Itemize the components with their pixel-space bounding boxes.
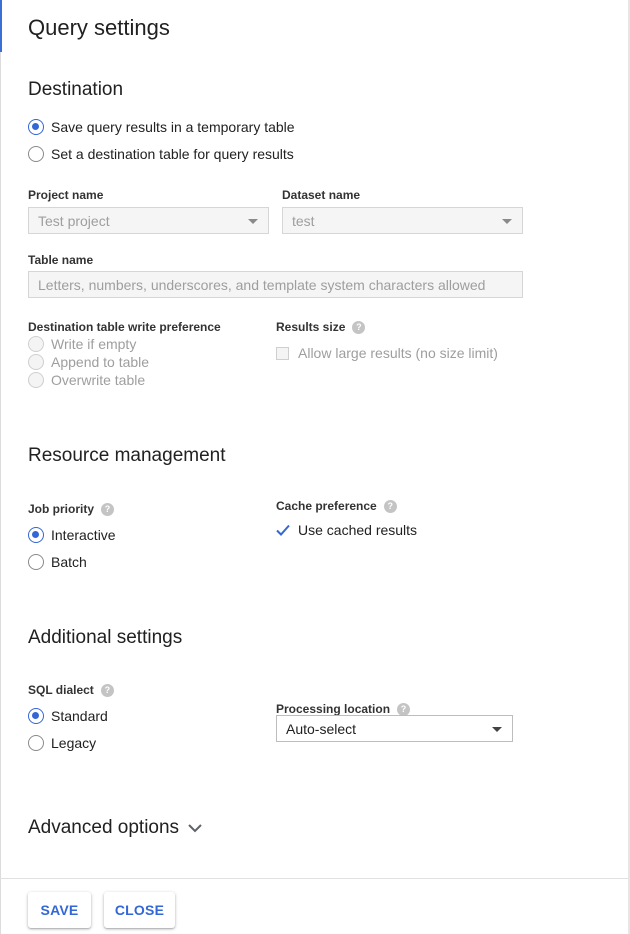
processing-location-select[interactable]: Auto-select <box>276 715 513 742</box>
radio-legacy[interactable]: Legacy <box>28 735 96 751</box>
table-name-placeholder: Letters, numbers, underscores, and templ… <box>38 276 486 293</box>
radio-interactive-label: Interactive <box>51 527 116 543</box>
radio-selected-icon <box>28 119 44 135</box>
radio-disabled-icon <box>28 372 44 388</box>
radio-selected-icon <box>28 708 44 724</box>
caret-down-icon <box>248 219 258 224</box>
use-cached-results-label: Use cached results <box>298 522 418 538</box>
check-icon <box>276 524 290 537</box>
radio-temp-table[interactable]: Save query results in a temporary table <box>28 119 295 135</box>
caret-down-icon <box>502 219 512 224</box>
radio-standard-label: Standard <box>51 708 108 724</box>
project-select-value: Test project <box>38 212 110 229</box>
project-name-label: Project name <box>28 188 104 202</box>
allow-large-results-checkbox[interactable]: Allow large results (no size limit) <box>276 345 498 361</box>
dataset-select-value: test <box>292 212 315 229</box>
processing-location-label: Processing location ? <box>276 702 411 716</box>
radio-overwrite-table[interactable]: Overwrite table <box>28 372 145 388</box>
advanced-options-toggle[interactable]: Advanced options <box>28 817 202 839</box>
radio-write-if-empty[interactable]: Write if empty <box>28 336 136 352</box>
results-size-label: Results size ? <box>276 320 366 334</box>
radio-standard[interactable]: Standard <box>28 708 108 724</box>
radio-unselected-icon <box>28 554 44 570</box>
radio-selected-icon <box>28 527 44 543</box>
radio-batch-label: Batch <box>51 554 87 570</box>
checkbox-disabled-icon <box>276 346 289 360</box>
footer-divider <box>0 878 628 879</box>
dataset-name-label: Dataset name <box>282 188 361 202</box>
chevron-down-icon <box>188 823 202 833</box>
save-button[interactable]: SAVE <box>28 892 91 928</box>
use-cached-results-checkbox[interactable]: Use cached results <box>276 522 417 538</box>
allow-large-results-label: Allow large results (no size limit) <box>298 345 498 361</box>
sql-dialect-label: SQL dialect ? <box>28 683 114 697</box>
left-edge <box>0 0 2 934</box>
radio-batch[interactable]: Batch <box>28 554 87 570</box>
additional-heading: Additional settings <box>28 627 183 648</box>
table-name-input[interactable]: Letters, numbers, underscores, and templ… <box>28 271 523 298</box>
radio-unselected-icon <box>28 735 44 751</box>
close-button[interactable]: CLOSE <box>104 892 175 928</box>
radio-write-if-empty-label: Write if empty <box>51 336 137 352</box>
radio-destination-table[interactable]: Set a destination table for query result… <box>28 146 294 162</box>
radio-append-to-table[interactable]: Append to table <box>28 354 149 370</box>
help-circle-icon[interactable]: ? <box>397 702 411 716</box>
help-circle-icon[interactable]: ? <box>101 502 115 516</box>
sql-dialect-label-text: SQL dialect <box>28 683 94 697</box>
radio-temp-table-label: Save query results in a temporary table <box>51 119 295 135</box>
cache-preference-label-text: Cache preference <box>276 499 377 513</box>
resource-heading: Resource management <box>28 445 226 466</box>
dataset-select[interactable]: test <box>282 207 523 234</box>
table-name-label: Table name <box>28 253 94 267</box>
help-circle-icon[interactable]: ? <box>383 499 397 513</box>
processing-location-value: Auto-select <box>286 720 357 737</box>
caret-down-icon <box>492 727 502 732</box>
radio-append-to-table-label: Append to table <box>51 354 150 370</box>
job-priority-label: Job priority ? <box>28 502 115 516</box>
radio-interactive[interactable]: Interactive <box>28 527 116 543</box>
radio-legacy-label: Legacy <box>51 735 97 751</box>
destination-heading: Destination <box>28 79 124 100</box>
page-title: Query settings <box>28 15 170 40</box>
radio-disabled-icon <box>28 336 44 352</box>
radio-disabled-icon <box>28 354 44 370</box>
results-size-label-text: Results size <box>276 320 346 334</box>
project-select[interactable]: Test project <box>28 207 269 234</box>
radio-overwrite-table-label: Overwrite table <box>51 372 146 388</box>
help-circle-icon[interactable]: ? <box>352 320 366 334</box>
radio-unselected-icon <box>28 146 44 162</box>
help-circle-icon[interactable]: ? <box>100 683 114 697</box>
write-preference-label: Destination table write preference <box>28 320 221 334</box>
processing-location-label-text: Processing location <box>276 702 391 716</box>
cache-preference-label: Cache preference ? <box>276 499 397 513</box>
radio-destination-table-label: Set a destination table for query result… <box>51 146 294 162</box>
job-priority-label-text: Job priority <box>28 502 95 516</box>
advanced-options-heading: Advanced options <box>28 817 180 838</box>
